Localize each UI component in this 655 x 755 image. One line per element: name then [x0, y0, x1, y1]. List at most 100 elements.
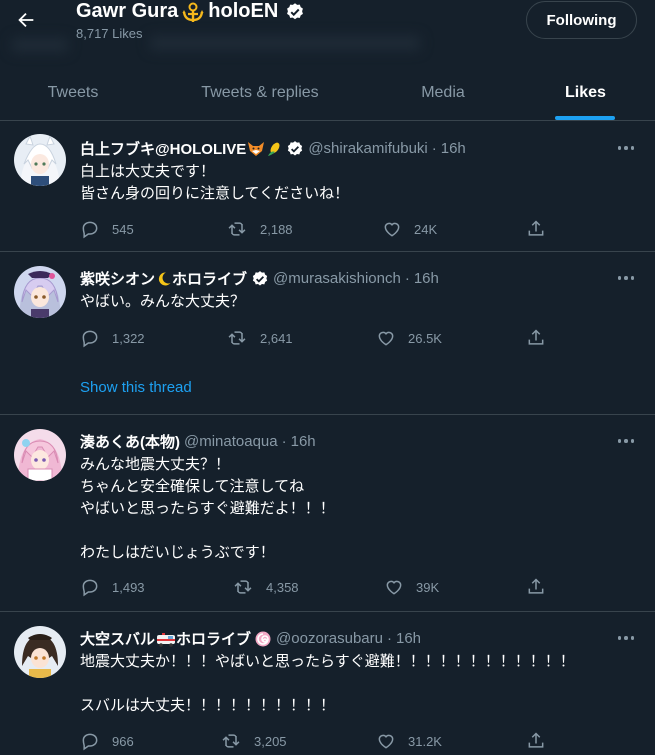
tweet-header: 紫咲シオン ホロライブ @murasakishionch · 16h — [80, 268, 439, 289]
like-button[interactable]: 31.2K — [376, 731, 442, 751]
tweet-actions: 1,322 2,641 26.5K — [80, 328, 560, 348]
reply-button[interactable]: 545 — [80, 219, 134, 239]
retweet-count: 4,358 — [266, 579, 299, 595]
more-options-button[interactable] — [612, 431, 640, 451]
tweet[interactable]: 白上フブキ@HOLOLIVE @shirakamifubuki · 16h 白上… — [0, 122, 655, 252]
tweet-time[interactable]: 16h — [414, 270, 439, 287]
retweet-button[interactable]: 4,358 — [232, 577, 299, 597]
avatar[interactable] — [14, 134, 66, 186]
like-count: 31.2K — [408, 733, 442, 749]
trident-icon — [182, 2, 204, 22]
author-name-suffix[interactable]: ホロライブ — [176, 628, 251, 649]
blurred-region — [150, 36, 420, 50]
verified-badge-icon — [288, 140, 303, 156]
share-button[interactable] — [526, 328, 546, 348]
reply-count: 966 — [112, 733, 134, 749]
tab-media[interactable]: Media — [384, 65, 502, 120]
author-name[interactable]: 白上フブキ@HOLOLIVE — [80, 138, 246, 159]
tab-tweets[interactable]: Tweets — [0, 65, 146, 120]
author-handle[interactable]: @murasakishionch — [273, 270, 401, 287]
arrow-left-icon — [18, 12, 34, 28]
tweet-header: 大空スバル ホロライブ @oozorasubaru · 16h — [80, 628, 421, 649]
reply-icon — [82, 221, 98, 239]
share-button[interactable] — [526, 577, 546, 597]
author-handle[interactable]: @minatoaqua — [184, 433, 278, 450]
author-name[interactable]: 湊あくあ(本物) — [80, 431, 180, 452]
avatar[interactable] — [14, 266, 66, 318]
tweet-actions: 545 2,188 24K — [80, 219, 560, 239]
author-name-suffix[interactable]: ホロライブ — [172, 268, 247, 289]
tweet-actions: 1,493 4,358 39K — [80, 577, 560, 597]
tab-likes[interactable]: Likes — [528, 65, 643, 120]
tweet[interactable]: 紫咲シオン ホロライブ @murasakishionch · 16h やばい。み… — [0, 252, 655, 415]
avatar[interactable] — [14, 429, 66, 481]
separator-dot: · — [387, 630, 392, 647]
share-icon — [528, 732, 544, 748]
tweet-text: みんな地震大丈夫？！ ちゃんと安全確保して注意してね やばいと思ったらすぐ避難だ… — [80, 455, 335, 561]
heart-icon — [378, 734, 394, 749]
retweet-icon — [222, 734, 240, 748]
profile-header: Gawr Gura holoEN 8,717 Likes Following — [0, 0, 655, 55]
retweet-button[interactable]: 2,188 — [226, 219, 293, 239]
reply-icon — [82, 330, 98, 348]
more-options-button[interactable] — [612, 138, 640, 158]
tweet[interactable]: 湊あくあ(本物) @minatoaqua · 16h みんな地震大丈夫？！ ちゃ… — [0, 415, 655, 612]
fox-emoji-icon — [248, 141, 265, 156]
tweet-text: やばい。みんな大丈夫？ — [80, 292, 246, 310]
author-name[interactable]: 大空スバル — [80, 628, 155, 649]
tweet-header: 湊あくあ(本物) @minatoaqua · 16h — [80, 431, 316, 452]
following-button[interactable]: Following — [526, 1, 637, 39]
reply-icon — [82, 579, 98, 597]
retweet-button[interactable]: 3,205 — [220, 731, 287, 751]
like-count: 39K — [416, 579, 440, 595]
more-options-button[interactable] — [612, 628, 640, 648]
retweet-count: 2,641 — [260, 330, 293, 346]
tweet-header: 白上フブキ@HOLOLIVE @shirakamifubuki · 16h — [80, 138, 466, 159]
share-button[interactable] — [526, 219, 546, 239]
profile-name-text: Gawr Gura — [76, 0, 179, 22]
like-count: 24K — [414, 221, 438, 237]
profile-name: Gawr Gura holoEN — [76, 0, 305, 23]
tweet-time[interactable]: 16h — [441, 140, 466, 157]
reply-count: 545 — [112, 221, 134, 237]
tweet-text: 白上は大丈夫です！ 皆さん身の回りに注意してくださいね！ — [80, 162, 350, 202]
retweet-icon — [234, 580, 252, 594]
show-thread-link[interactable]: Show this thread — [80, 379, 192, 396]
crescent-moon-icon — [158, 271, 171, 285]
likes-count: 8,717 Likes — [76, 26, 143, 41]
heart-icon — [384, 222, 400, 237]
ambulance-emoji-icon — [157, 632, 176, 647]
like-button[interactable]: 26.5K — [376, 328, 442, 348]
share-button[interactable] — [526, 731, 546, 751]
reply-icon — [82, 733, 98, 751]
like-count: 26.5K — [408, 330, 442, 346]
reply-button[interactable]: 1,493 — [80, 577, 145, 597]
author-handle[interactable]: @shirakamifubuki — [308, 140, 427, 157]
reply-button[interactable]: 966 — [80, 731, 134, 751]
author-name[interactable]: 紫咲シオン — [80, 268, 155, 289]
profile-name-suffix: holoEN — [208, 0, 279, 22]
reply-button[interactable]: 1,322 — [80, 328, 145, 348]
retweet-icon — [228, 331, 246, 345]
tweet-time[interactable]: 16h — [291, 433, 316, 450]
like-button[interactable]: 39K — [384, 577, 439, 597]
tweet-actions: 966 3,205 31.2K — [80, 731, 560, 751]
tweet-text: 地震大丈夫か！！！やばいと思ったらすぐ避難！！！！！！！！！！！！ スバルは大丈… — [80, 652, 575, 714]
tweet[interactable]: 大空スバル ホロライブ @oozorasubaru · 16h 地震大丈夫か！！… — [0, 612, 655, 755]
tweet-time[interactable]: 16h — [396, 630, 421, 647]
retweet-count: 2,188 — [260, 221, 293, 237]
profile-tabs: Tweets Tweets & replies Media Likes — [0, 65, 655, 121]
swirl-emoji-icon — [255, 631, 271, 646]
like-button[interactable]: 24K — [382, 219, 437, 239]
back-button[interactable] — [8, 2, 44, 38]
reply-count: 1,322 — [112, 330, 145, 346]
avatar[interactable] — [14, 626, 66, 678]
more-options-button[interactable] — [612, 268, 640, 288]
author-handle[interactable]: @oozorasubaru — [276, 630, 383, 647]
verified-badge-icon — [252, 270, 268, 286]
separator-dot: · — [431, 140, 437, 157]
share-icon — [528, 329, 544, 345]
retweet-button[interactable]: 2,641 — [226, 328, 293, 348]
tab-tweets-replies[interactable]: Tweets & replies — [162, 65, 358, 120]
share-icon — [528, 220, 544, 236]
